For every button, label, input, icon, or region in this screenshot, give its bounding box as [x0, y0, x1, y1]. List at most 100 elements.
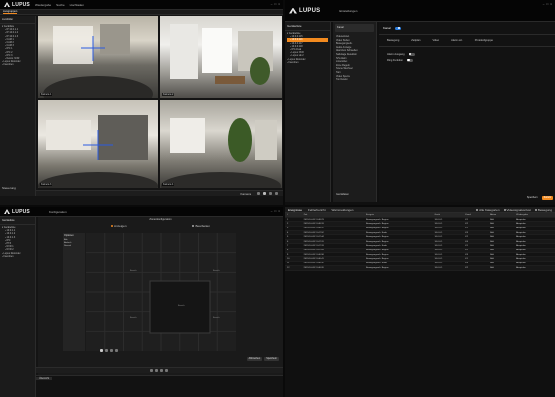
settings-tab[interactable]: Zeitplan: [411, 39, 420, 42]
fullscreen-icon[interactable]: [275, 192, 278, 195]
close-icon[interactable]: ×: [278, 2, 280, 6]
tab-configuration[interactable]: Konfiguration: [49, 210, 67, 214]
nav-playback[interactable]: Wiedergabe: [35, 3, 51, 7]
table-cell: Bild: [488, 265, 515, 271]
q1-footer-label: Kamera: [240, 191, 251, 196]
camera-2-feed: [170, 24, 273, 85]
nav-upload[interactable]: Hochladen: [70, 3, 84, 7]
layout-9-icon[interactable]: [269, 192, 272, 195]
camera-1-label: Kamera 1: [40, 93, 53, 96]
settings-tab[interactable]: Protokollgruppe: [475, 39, 493, 42]
option-toggle[interactable]: [408, 52, 415, 56]
q2-sidebar-header: Geräteliste: [285, 22, 330, 31]
camera-tile-4[interactable]: Kamera 4: [160, 100, 282, 188]
camera-tile-2[interactable]: Kamera 2: [160, 16, 282, 98]
toggle-label: Ring Funktion: [387, 58, 404, 62]
q1-device-sidebar: Livebilder ▾ Gerätliste ▪ IP 10.0.1.1 ▪ IP…: [0, 16, 36, 196]
q1-controls-label: Steuerung: [2, 186, 16, 190]
lupus-logo-3: LUPUS: [4, 209, 30, 215]
table-cell[interactable]: Abspielen: [514, 265, 555, 271]
zone-label-2: Bereich: [213, 270, 220, 272]
events-table: # Zeit Ereignis Gerät Kanal Aktion Wiedergabe …: [285, 213, 555, 271]
q2-device-sidebar: Geräteliste ▾ Geräteliste ▪ 10.0.0.115 ▪ 1…: [285, 22, 331, 202]
cancel-button[interactable]: Abbrechen: [246, 357, 263, 361]
section-enable-toggle[interactable]: [394, 26, 401, 30]
q1-sidebar-header: Livebilder: [0, 16, 35, 24]
zone-label-5: Bereich: [213, 317, 220, 319]
camera-3-label: Kamera 3: [40, 183, 53, 186]
window-controls: – □ ×: [271, 2, 280, 6]
settings-tab[interactable]: Alarm ext.: [451, 39, 463, 42]
minimize-icon[interactable]: –: [543, 2, 545, 6]
lupus-logo-2: LUPUS: [289, 7, 320, 14]
table-cell: K2: [463, 265, 489, 271]
settings-window: LUPUS Einstellungen – □ × Geräteliste ▾ Ge…: [285, 0, 555, 205]
footer-tab-overview[interactable]: Übersicht: [36, 377, 53, 380]
back-button[interactable]: Zurück: [541, 196, 553, 200]
page-2-icon[interactable]: [155, 369, 158, 372]
channel-menu-item[interactable]: Ton Detekt: [336, 78, 373, 82]
camera-1-feed: [43, 24, 153, 98]
camera-tile-3[interactable]: Kamera 3: [38, 100, 158, 188]
page-3-icon[interactable]: [160, 369, 163, 372]
maximize-icon[interactable]: □: [274, 209, 276, 213]
fill-icon[interactable]: [110, 349, 113, 352]
toggle-label: Alarm Ausgang: [387, 52, 405, 56]
save-button[interactable]: Speichern: [525, 196, 540, 200]
erase-icon[interactable]: [105, 349, 108, 352]
close-icon[interactable]: ×: [550, 2, 552, 6]
camera-4-label: Kamera 4: [162, 183, 175, 186]
minimize-icon[interactable]: –: [271, 2, 273, 6]
q3-device-sidebar: Geräteliste ▾ Geräteliste ▪ 10.0.1.1 ▪ 10.…: [0, 217, 36, 397]
q1.tree-item[interactable]: ▪ Favoriten: [2, 63, 33, 66]
zone-list-item[interactable]: Normal: [64, 245, 84, 248]
draw-icon[interactable]: [100, 349, 103, 352]
q1-titlebar: LUPUS Wiedergabe Suche Hochladen – □ ×: [0, 0, 283, 10]
table-cell: Bewegungserk. Beginn: [364, 265, 433, 271]
clear-icon[interactable]: [115, 349, 118, 352]
device-data-label: Gerätdaten: [336, 193, 349, 196]
settings-tab[interactable]: Bewegung: [387, 39, 399, 42]
q2.tree-item[interactable]: ▪ Favoriten: [287, 61, 328, 64]
maximize-icon[interactable]: □: [546, 2, 548, 6]
settings-tab[interactable]: Video: [433, 39, 440, 42]
filter-video-loss[interactable]: Videosignalverlust: [503, 208, 531, 212]
q2-titlebar: LUPUS Einstellungen – □ ×: [285, 0, 555, 22]
table-cell: 12: [285, 265, 302, 271]
zone-editor: Zonenkonfiguration Anzeigen Bearbeiten O…: [38, 217, 283, 375]
filter-motion[interactable]: Bewegung: [534, 208, 552, 212]
tab-live-groups[interactable]: Livegruppen: [3, 10, 18, 14]
tab-errors[interactable]: Fehlerbericht: [308, 208, 326, 212]
tab-warnings[interactable]: Warnmeldungen: [332, 208, 354, 212]
page-1-icon[interactable]: [150, 369, 153, 372]
settings-content: Kanal Bewegung Zeitplan Video Alarm ext. Pro…: [379, 22, 555, 202]
q1-tabbar: Livegruppen: [0, 10, 283, 15]
zone-save-button[interactable]: Speichern: [264, 357, 279, 361]
page-4-icon[interactable]: [165, 369, 168, 372]
channel-select[interactable]: Kanal: [335, 24, 374, 32]
table-row[interactable]: 12 2019-10-09 11:46:20 Bewegungserk. Begin…: [285, 265, 555, 271]
camera-4-feed: [161, 118, 281, 188]
nav-search[interactable]: Suche: [56, 3, 65, 7]
nav-settings[interactable]: Einstellungen: [339, 9, 357, 13]
maximize-icon[interactable]: □: [274, 2, 276, 6]
layout-4-icon[interactable]: [263, 192, 266, 195]
zone-grid[interactable]: [86, 233, 236, 351]
layout-1-icon[interactable]: [257, 192, 260, 195]
q3.tree-item[interactable]: ▪ Favoriten: [2, 255, 33, 258]
camera-3-feed: [38, 115, 158, 188]
close-icon[interactable]: ×: [278, 209, 280, 213]
option-toggle[interactable]: [407, 58, 414, 62]
zone-list: Optionen Alle Abdeck. Normal: [63, 233, 85, 351]
q3-titlebar: LUPUS Konfiguration – □ ×: [0, 207, 283, 217]
window-controls-3: – □ ×: [271, 209, 280, 213]
radio-edit[interactable]: Bearbeiten: [192, 224, 210, 228]
lupus-logo: LUPUS: [4, 2, 30, 8]
minimize-icon[interactable]: –: [271, 209, 273, 213]
table-cell: 2019-10-09 11:46:20: [301, 265, 365, 271]
q3-footer: Übersicht: [36, 375, 283, 397]
radio-show[interactable]: Anzeigen: [110, 224, 127, 228]
tab-events[interactable]: Ereignisse: [288, 208, 302, 212]
filter-all[interactable]: Alle Kategorien: [476, 208, 500, 212]
camera-tile-1[interactable]: Kamera 1: [38, 16, 158, 98]
